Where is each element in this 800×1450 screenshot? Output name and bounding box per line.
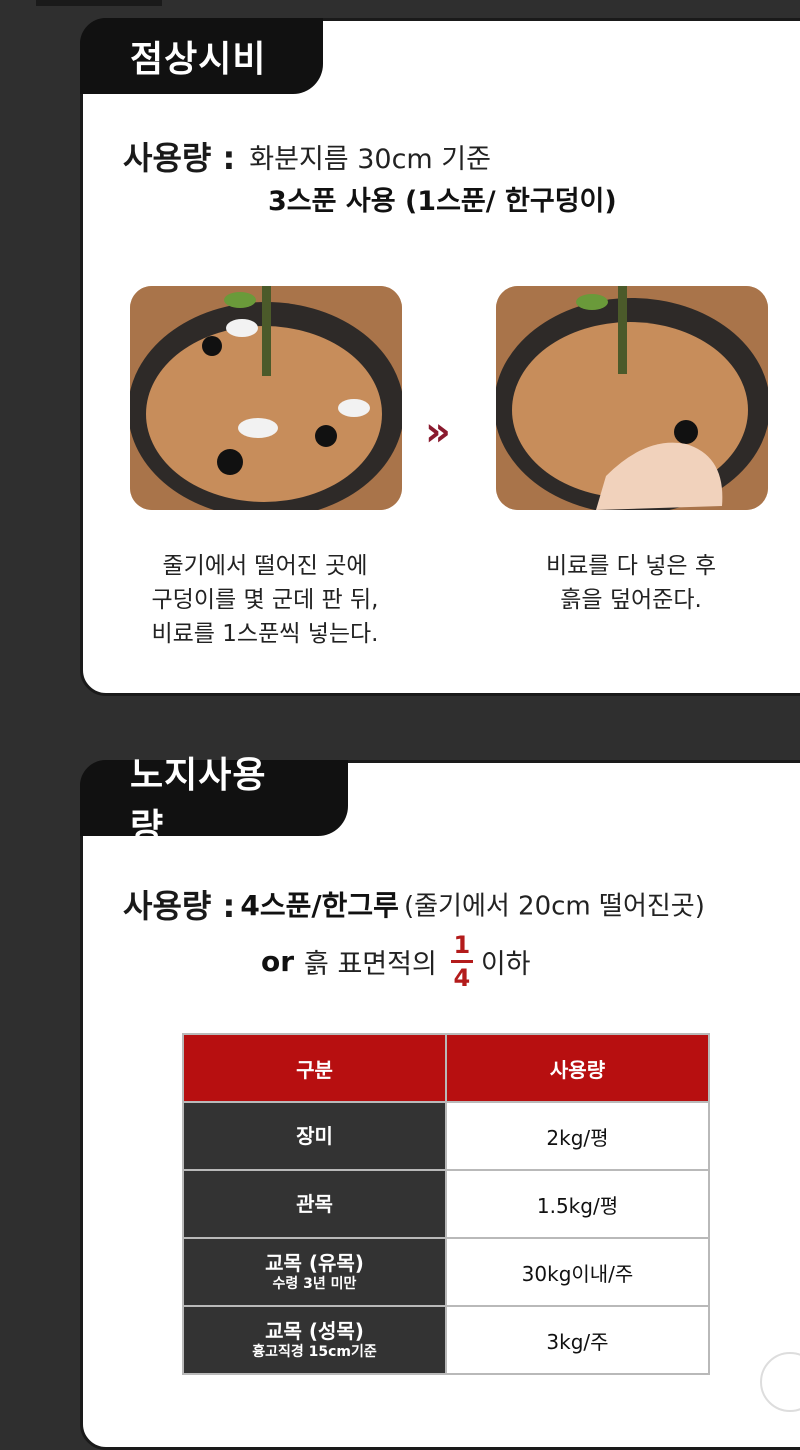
spot-fertilizing-card: 점상시비 사용량 : 화분지름 30cm 기준 3스푼 사용 (1스푼/ 한구덩이… bbox=[80, 18, 800, 696]
below-text: 이하 bbox=[480, 949, 531, 980]
section-title-tag: 점상시비 bbox=[80, 18, 323, 94]
section-title-tag: 노지사용량 bbox=[80, 755, 348, 848]
kind-label: 교목 (성목) bbox=[265, 1319, 364, 1343]
fraction-denominator: 4 bbox=[453, 964, 471, 992]
row-kind: 장미 bbox=[182, 1101, 447, 1171]
usage-table: 구분 사용량 장미 2kg/평 관목 1.5kg/평 교목 (유목) 수령 3년 … bbox=[182, 1033, 710, 1375]
usage-label: 사용량 : bbox=[123, 139, 236, 177]
row-amount: 30kg이내/주 bbox=[445, 1237, 710, 1307]
caption-line: 구덩이를 몇 군데 판 뒤, bbox=[151, 587, 379, 613]
table-row: 장미 2kg/평 bbox=[182, 1101, 710, 1171]
fraction-numerator: 1 bbox=[453, 931, 471, 959]
kind-note: 수령 3년 미만 bbox=[272, 1276, 357, 1292]
usage-amount: 4스푼/한그루 bbox=[240, 889, 399, 922]
step2-caption: 비료를 다 넣은 후 흙을 덮어준다. bbox=[481, 549, 781, 617]
header-amount: 사용량 bbox=[445, 1033, 710, 1103]
usage-row: 사용량 : 화분지름 30cm 기준 bbox=[123, 133, 491, 179]
kind-label: 관목 bbox=[296, 1192, 333, 1216]
usage-basis-text: 화분지름 30cm 기준 bbox=[249, 143, 491, 175]
table-header-row: 구분 사용량 bbox=[182, 1033, 710, 1103]
caption-line: 줄기에서 떨어진 곳에 bbox=[162, 553, 368, 579]
header-kind: 구분 bbox=[182, 1033, 447, 1103]
usage-amount-text: 3스푼 사용 (1스푼/ 한구덩이) bbox=[268, 186, 617, 217]
fraction: 1 4 bbox=[450, 931, 473, 992]
step1-photo bbox=[130, 286, 402, 510]
usage-label: 사용량 : bbox=[123, 887, 236, 925]
row-amount: 2kg/평 bbox=[445, 1101, 710, 1171]
surface-area-text: 흙 표면적의 bbox=[304, 949, 437, 980]
or-label: or bbox=[261, 945, 295, 978]
kind-note: 흉고직경 15cm기준 bbox=[252, 1344, 377, 1360]
top-tab-indicator bbox=[36, 0, 162, 6]
row-amount: 3kg/주 bbox=[445, 1305, 710, 1375]
caption-line: 비료를 1스푼씩 넣는다. bbox=[151, 621, 379, 647]
row-kind: 교목 (성목) 흉고직경 15cm기준 bbox=[182, 1305, 447, 1375]
row-kind: 관목 bbox=[182, 1169, 447, 1239]
usage-condition: (줄기에서 20cm 떨어진곳) bbox=[403, 891, 705, 922]
step2-photo bbox=[496, 286, 768, 510]
usage-row: 사용량 : 4스푼/한그루 (줄기에서 20cm 떨어진곳) bbox=[123, 881, 705, 927]
kind-label: 교목 (유목) bbox=[265, 1251, 364, 1275]
open-field-usage-card: 노지사용량 사용량 : 4스푼/한그루 (줄기에서 20cm 떨어진곳) or … bbox=[80, 755, 800, 1450]
table-row: 관목 1.5kg/평 bbox=[182, 1169, 710, 1239]
row-kind: 교목 (유목) 수령 3년 미만 bbox=[182, 1237, 447, 1307]
kind-label: 장미 bbox=[296, 1124, 333, 1148]
step1-caption: 줄기에서 떨어진 곳에 구덩이를 몇 군데 판 뒤, 비료를 1스푼씩 넣는다. bbox=[115, 549, 415, 651]
table-row: 교목 (유목) 수령 3년 미만 30kg이내/주 bbox=[182, 1237, 710, 1307]
caption-line: 흙을 덮어준다. bbox=[560, 587, 702, 613]
table-row: 교목 (성목) 흉고직경 15cm기준 3kg/주 bbox=[182, 1305, 710, 1375]
next-step-arrow-icon: » bbox=[425, 409, 451, 455]
fraction-bar bbox=[450, 960, 473, 963]
caption-line: 비료를 다 넣은 후 bbox=[545, 553, 717, 579]
alternative-usage-row: or 흙 표면적의 1 4 이하 bbox=[261, 933, 531, 990]
row-amount: 1.5kg/평 bbox=[445, 1169, 710, 1239]
